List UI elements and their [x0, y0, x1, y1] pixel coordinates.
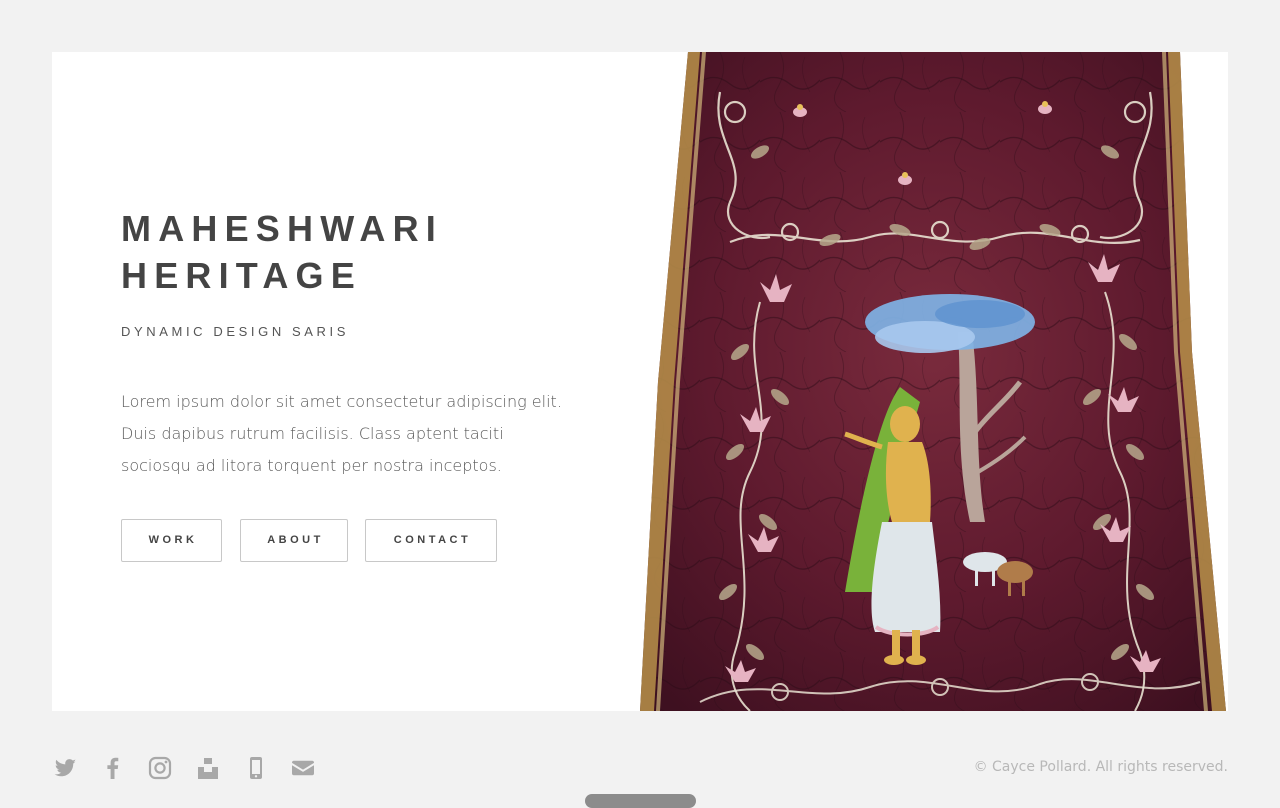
- site-footer: © Cayce Pollard. All rights reserved.: [52, 752, 1228, 784]
- copyright-text: © Cayce Pollard. All rights reserved.: [973, 759, 1228, 775]
- intro-paragraph: Lorem ipsum dolor sit amet consectetur a…: [121, 392, 562, 475]
- contact-button[interactable]: CONTACT: [365, 519, 497, 562]
- unsplash-icon[interactable]: [195, 755, 221, 781]
- about-button[interactable]: ABOUT: [240, 519, 348, 562]
- twitter-icon[interactable]: [52, 755, 78, 781]
- sari-illustration: [640, 52, 1226, 711]
- site-title-line-1: MAHESHWARI: [121, 208, 443, 249]
- email-icon[interactable]: [290, 755, 316, 781]
- sari-image: [640, 52, 1228, 711]
- instagram-icon[interactable]: [147, 755, 173, 781]
- hero-card: MAHESHWARI HERITAGE DYNAMIC DESIGN SARIS…: [52, 52, 1228, 711]
- facebook-icon[interactable]: [100, 755, 126, 781]
- hero-text: MAHESHWARI HERITAGE DYNAMIC DESIGN SARIS…: [121, 205, 581, 498]
- site-subtitle: DYNAMIC DESIGN SARIS: [121, 324, 350, 339]
- site-title-line-2: HERITAGE: [121, 255, 362, 296]
- work-button[interactable]: WORK: [121, 519, 222, 562]
- scroll-indicator[interactable]: [585, 794, 696, 808]
- phone-icon[interactable]: [243, 755, 269, 781]
- site-title: MAHESHWARI HERITAGE: [121, 205, 581, 299]
